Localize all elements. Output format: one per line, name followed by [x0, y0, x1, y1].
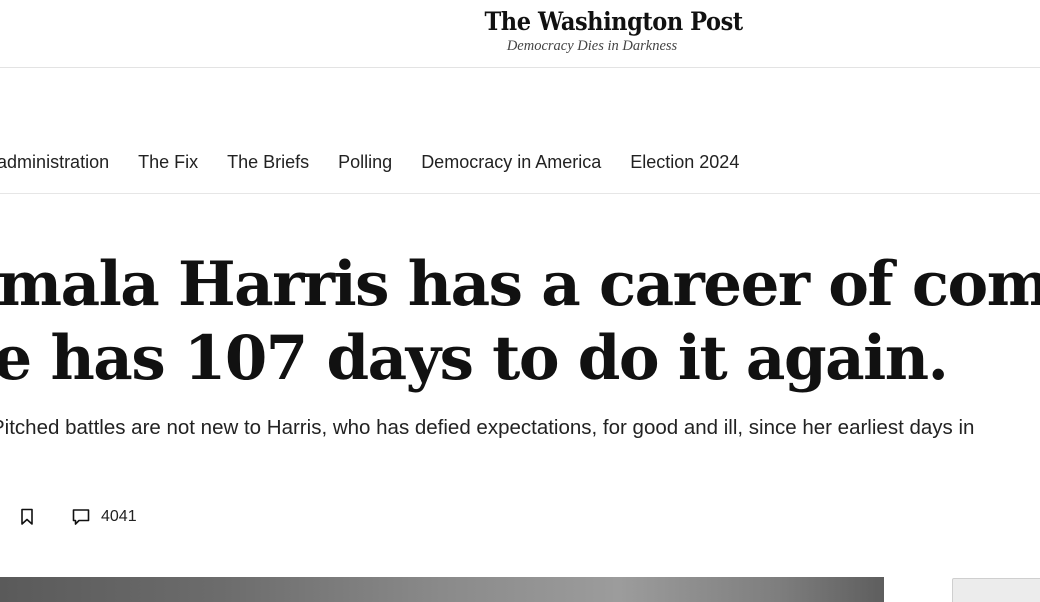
- logo-tagline: Democracy Dies in Darkness: [506, 38, 678, 54]
- site-logo[interactable]: The Washington Post Democracy Dies in Da…: [473, 6, 744, 54]
- headline-line-1: Kamala Harris has a career of comebacks: [0, 249, 1040, 320]
- nav-item-biden-administration[interactable]: Biden administration: [0, 150, 109, 174]
- nav-item-election-2024[interactable]: Election 2024: [630, 150, 739, 174]
- nav-item-democracy-in-america[interactable]: Democracy in America: [421, 150, 601, 174]
- nav-item-polling[interactable]: Polling: [338, 150, 392, 174]
- logo-wordmark: The Washington Post: [484, 7, 744, 36]
- headline-line-2: She has 107 days to do it again.: [0, 323, 949, 394]
- article-page: The Washington Post Democracy Dies in Da…: [0, 0, 1040, 602]
- nav-item-the-fix[interactable]: The Fix: [138, 150, 198, 174]
- comments-button[interactable]: 4041: [72, 504, 137, 530]
- comment-icon: [72, 509, 90, 525]
- bookmark-button[interactable]: [20, 504, 34, 530]
- masthead: The Washington Post Democracy Dies in Da…: [0, 0, 1040, 68]
- article-dek: Pitched battles are not new to Harris, w…: [0, 416, 975, 439]
- article-headline: Kamala Harris has a career of comebacks …: [0, 248, 1040, 396]
- section-nav-list: Biden administration The Fix The Briefs …: [0, 150, 768, 174]
- section-nav: Biden administration The Fix The Briefs …: [0, 134, 1040, 194]
- comment-count: 4041: [101, 508, 137, 525]
- lead-image: [0, 577, 884, 602]
- bookmark-icon: [21, 508, 33, 525]
- nav-item-the-briefs[interactable]: The Briefs: [227, 150, 309, 174]
- article-tools: 4041: [0, 504, 200, 530]
- side-panel: [952, 578, 1040, 602]
